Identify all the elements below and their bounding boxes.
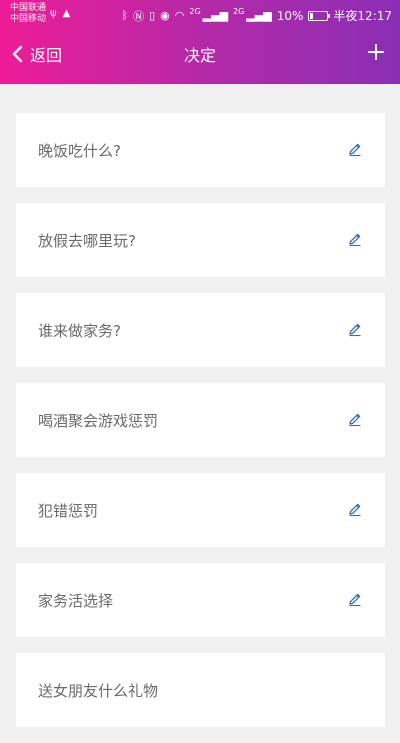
clock: 半夜12:17 — [333, 9, 392, 23]
list-item-label: 喝酒聚会游戏惩罚 — [38, 412, 159, 430]
carrier-info: 中国联通 中国移动 — [10, 3, 46, 25]
list-item[interactable]: 喝酒聚会游戏惩罚 — [16, 383, 385, 457]
edit-pencil-icon[interactable] — [347, 591, 363, 607]
add-button[interactable] — [364, 40, 388, 64]
wifi-icon: ◠ — [174, 9, 185, 22]
list-item[interactable]: 晚饭吃什么? — [16, 113, 385, 187]
chevron-left-icon — [12, 45, 23, 63]
status-right: ᛒ Ⓝ ▯ ◉ ◠ 2G ▂▄▆ 2G ▂▄▆ 10% 半夜12:17 — [121, 7, 392, 24]
carrier-2: 中国移动 — [10, 14, 47, 24]
back-label: 返回 — [30, 46, 63, 65]
network-type-2: 2G — [233, 7, 245, 16]
signal-icon: ▂▄▆ — [202, 9, 229, 22]
status-left-icons: ψ▲ — [50, 8, 76, 19]
list-item[interactable]: 放假去哪里玩? — [16, 203, 385, 277]
network-type-1: 2G — [189, 7, 201, 16]
app-header: 中国联通 中国移动 ψ▲ ᛒ Ⓝ ▯ ◉ ◠ 2G ▂▄▆ 2G ▂▄▆ 10%… — [0, 0, 400, 84]
obscured-area — [181, 677, 371, 727]
list-item-label: 家务活选择 — [38, 592, 114, 610]
list-item-label: 谁来做家务? — [38, 322, 121, 340]
plus-icon — [368, 44, 384, 60]
list-item[interactable]: 谁来做家务? — [16, 293, 385, 367]
edit-pencil-icon[interactable] — [347, 501, 363, 517]
status-bar: 中国联通 中国移动 ψ▲ ᛒ Ⓝ ▯ ◉ ◠ 2G ▂▄▆ 2G ▂▄▆ 10%… — [0, 0, 400, 30]
edit-pencil-icon[interactable] — [347, 231, 363, 247]
list-item-label: 犯错惩罚 — [38, 502, 99, 520]
nav-bar: 返回 决定 — [0, 32, 400, 76]
vibrate-icon: ▯ — [149, 9, 156, 22]
nfc-icon: Ⓝ — [133, 9, 145, 23]
battery-icon — [308, 10, 331, 21]
signal-icon-2: ▂▄▆ — [246, 9, 272, 22]
list-item-label: 送女朋友什么礼物 — [38, 682, 159, 700]
back-button[interactable]: 返回 — [12, 42, 62, 66]
list-item[interactable]: 犯错惩罚 — [16, 473, 385, 547]
battery-percent: 10% — [276, 8, 304, 23]
edit-pencil-icon[interactable] — [347, 411, 363, 427]
list-item-label: 晚饭吃什么? — [38, 142, 121, 160]
eye-comfort-icon: ◉ — [160, 9, 170, 22]
list-item[interactable]: 送女朋友什么礼物 — [16, 653, 385, 727]
decision-list: 晚饭吃什么? 放假去哪里玩? 谁来做家务? 喝酒聚会游戏惩罚 犯错惩罚 家务活选… — [16, 113, 385, 743]
list-item-label: 放假去哪里玩? — [38, 232, 136, 250]
edit-pencil-icon[interactable] — [347, 321, 363, 337]
list-item[interactable]: 家务活选择 — [16, 563, 385, 637]
notification-icon: ▲ — [62, 8, 77, 19]
edit-pencil-icon[interactable] — [347, 141, 363, 157]
bluetooth-icon: ᛒ — [121, 9, 129, 22]
page-title: 决定 — [183, 46, 216, 65]
carrier-1: 中国联通 — [10, 3, 47, 13]
usb-icon: ψ — [50, 8, 63, 19]
